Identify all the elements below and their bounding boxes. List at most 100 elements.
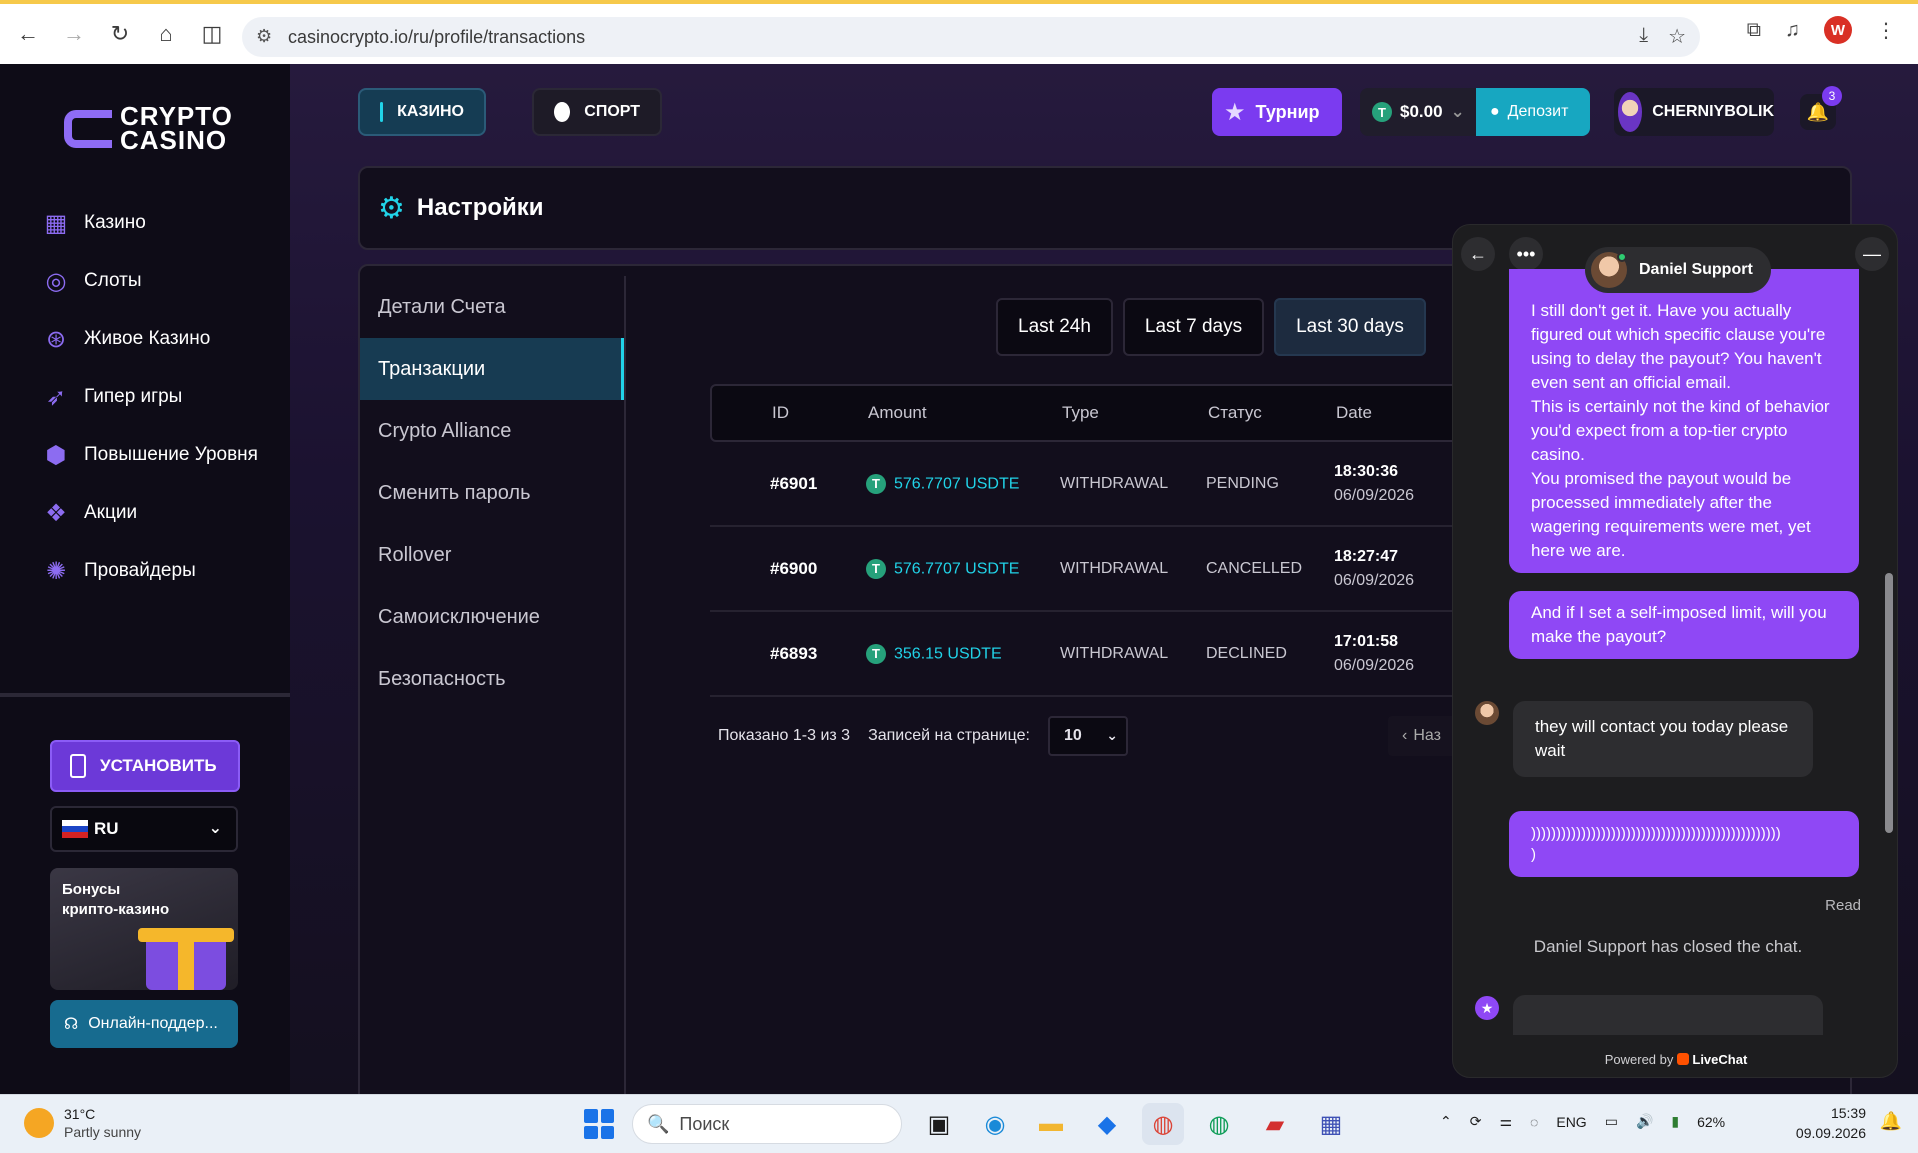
input-language[interactable]: ENG <box>1556 1114 1586 1130</box>
install-app-icon[interactable]: ⤓ <box>1639 24 1648 49</box>
user-message: I still don't get it. Have you actually … <box>1509 269 1859 573</box>
sidebar-item-level-up[interactable]: ⬢ Повышение Уровня <box>42 426 258 484</box>
tx-type: WITHDRAWAL <box>1060 644 1169 662</box>
windows-start-icon[interactable] <box>584 1109 614 1139</box>
table-row[interactable]: #6893 T 356.15 USDTE WITHDRAWAL DECLINED … <box>710 612 1510 697</box>
language-select[interactable]: RU ⌄ <box>50 806 238 852</box>
balance-selector[interactable]: T $0.00 ⌄ <box>1360 88 1478 136</box>
per-page-select[interactable]: 10 ⌄ <box>1047 716 1128 756</box>
filter-last-7-days[interactable]: Last 7 days <box>1122 298 1265 356</box>
filter-last-24h[interactable]: Last 24h <box>996 298 1113 356</box>
transactions-table: ID Amount Type Статус Date #6901 T 576.77… <box>710 384 1510 697</box>
settings-sliders-icon[interactable]: ⚌ <box>1499 1113 1512 1130</box>
rating-star-icon: ★ <box>1475 996 1499 1020</box>
col-status[interactable]: Статус <box>1208 403 1336 423</box>
file-explorer-icon[interactable]: ▬ <box>1030 1103 1072 1145</box>
settings-item-label: Детали Счета <box>378 295 506 318</box>
filter-last-30-days[interactable]: Last 30 days <box>1274 298 1426 356</box>
chrome-icon[interactable]: ◍ <box>1142 1103 1184 1145</box>
store-icon[interactable]: ◆ <box>1086 1103 1128 1145</box>
deposit-button[interactable]: ● Депозит <box>1476 88 1590 136</box>
tx-type: WITHDRAWAL <box>1060 474 1169 492</box>
settings-item-label: Безопасность <box>378 667 506 690</box>
search-icon: 🔍 <box>647 1113 670 1134</box>
volume-icon[interactable]: 🔊 <box>1636 1113 1653 1130</box>
settings-item-crypto-alliance[interactable]: Crypto Alliance <box>360 400 624 462</box>
split-view-icon[interactable]: ◫ <box>190 12 234 56</box>
battery-percent: 62% <box>1697 1113 1726 1130</box>
settings-item-self-exclusion[interactable]: Самоисключение <box>360 586 624 648</box>
sidebar-item-casino[interactable]: ▦ Казино <box>42 194 258 252</box>
edge-icon[interactable]: ◉ <box>974 1103 1016 1145</box>
tournament-button[interactable]: ★ Турнир <box>1212 88 1342 136</box>
chat-messages[interactable]: I still don't get it. Have you actually … <box>1453 269 1883 1035</box>
address-bar[interactable]: ⚙ casinocrypto.io/ru/profile/transaction… <box>242 17 1700 57</box>
trophy-icon: ★ <box>1224 98 1246 126</box>
swirl-icon: ◎ <box>45 267 67 295</box>
col-amount[interactable]: Amount <box>868 403 1062 423</box>
tx-amount-value: 576.7707 USDTE <box>894 475 1020 492</box>
sidebar-item-promotions[interactable]: ❖ Акции <box>42 484 258 542</box>
forward-icon[interactable]: → <box>52 12 96 56</box>
chevron-up-icon[interactable]: ⌃ <box>1440 1113 1452 1130</box>
clock[interactable]: 15:39 09.09.2026 <box>1796 1103 1866 1143</box>
chrome-profile-icon[interactable]: ◍ <box>1198 1103 1240 1145</box>
online-support-button[interactable]: ☊ Онлайн-поддер... <box>50 1000 238 1048</box>
table-row[interactable]: #6901 T 576.7707 USDTE WITHDRAWAL PENDING… <box>710 442 1510 527</box>
tab-sport[interactable]: СПОРТ <box>532 88 662 136</box>
sidebar-item-hyper-games[interactable]: ➶ Гипер игры <box>42 368 258 426</box>
task-view-icon[interactable]: ▣ <box>918 1103 960 1145</box>
network-icon[interactable]: ◌ <box>1530 1114 1538 1130</box>
settings-item-change-password[interactable]: Сменить пароль <box>360 462 624 524</box>
media-icon[interactable]: ♫ <box>1785 19 1800 42</box>
settings-item-account-details[interactable]: Детали Счета <box>360 276 624 338</box>
agent-avatar <box>1591 252 1627 288</box>
display-icon[interactable]: ▭ <box>1605 1113 1618 1130</box>
taskbar-search[interactable]: 🔍 Поиск <box>632 1104 902 1144</box>
weather-widget[interactable]: 31°C Partly sunny <box>24 1105 141 1141</box>
powered-by[interactable]: Powered by LiveChat <box>1453 1052 1897 1067</box>
battery-icon[interactable]: ▮ <box>1671 1113 1679 1130</box>
tab-casino[interactable]: КАЗИНО <box>358 88 486 136</box>
tx-status: CANCELLED <box>1206 559 1303 577</box>
table-row[interactable]: #6900 T 576.7707 USDTE WITHDRAWAL CANCELL… <box>710 527 1510 612</box>
scrollbar-thumb[interactable] <box>1885 573 1893 833</box>
settings-item-transactions[interactable]: Транзакции <box>360 338 624 400</box>
install-app-button[interactable]: УСТАНОВИТЬ <box>50 740 240 792</box>
back-icon[interactable]: ← <box>6 12 50 56</box>
notifications-icon[interactable]: 🔔 <box>1880 1111 1902 1132</box>
logo[interactable]: CRYPTO CASINO <box>64 103 239 154</box>
site-info-icon[interactable]: ⚙ <box>256 26 272 47</box>
calculator-icon[interactable]: ▦ <box>1310 1103 1352 1145</box>
app-red-icon[interactable]: ▰ <box>1254 1103 1296 1145</box>
settings-item-security[interactable]: Безопасность <box>360 648 624 710</box>
chevron-down-icon: ⌄ <box>1106 727 1118 743</box>
col-type[interactable]: Type <box>1062 403 1208 423</box>
chat-back-icon[interactable]: ← <box>1461 237 1495 271</box>
chat-scrollbar[interactable] <box>1883 293 1895 1033</box>
browser-toolbar: ← → ↻ ⌂ ◫ ⚙ casinocrypto.io/ru/profile/t… <box>0 0 1918 64</box>
chat-minimize-icon[interactable]: — <box>1855 237 1889 271</box>
sidebar-item-slots[interactable]: ◎ Слоты <box>42 252 258 310</box>
profile-avatar[interactable]: W <box>1824 16 1852 44</box>
reload-icon[interactable]: ↻ <box>98 12 142 56</box>
sidebar-item-label: Гипер игры <box>84 386 183 407</box>
balance-value: $0.00 <box>1400 102 1443 121</box>
avatar <box>1618 92 1643 132</box>
bonus-card[interactable]: Бонусы крипто-казино <box>50 868 238 990</box>
home-icon[interactable]: ⌂ <box>144 12 188 56</box>
chat-more-icon[interactable]: ••• <box>1509 237 1543 271</box>
usdt-icon: T <box>866 643 886 664</box>
sidebar-item-providers[interactable]: ✺ Провайдеры <box>42 542 258 600</box>
user-profile-button[interactable]: CHERNIYBOLIK <box>1614 88 1774 136</box>
bookmark-star-icon[interactable]: ☆ <box>1668 24 1686 49</box>
col-id[interactable]: ID <box>712 403 868 423</box>
page-title: Настройки <box>416 194 544 221</box>
chrome-menu-icon[interactable]: ⋮ <box>1876 18 1896 43</box>
sidebar-item-live-casino[interactable]: ⊛ Живое Казино <box>42 310 258 368</box>
settings-menu: Детали Счета Транзакции Crypto Alliance … <box>360 276 626 1102</box>
settings-item-rollover[interactable]: Rollover <box>360 524 624 586</box>
notification-bell[interactable]: 🔔 3 <box>1800 86 1842 130</box>
sync-icon[interactable]: ⟳ <box>1470 1113 1482 1130</box>
extensions-icon[interactable]: ⧉ <box>1747 19 1761 42</box>
